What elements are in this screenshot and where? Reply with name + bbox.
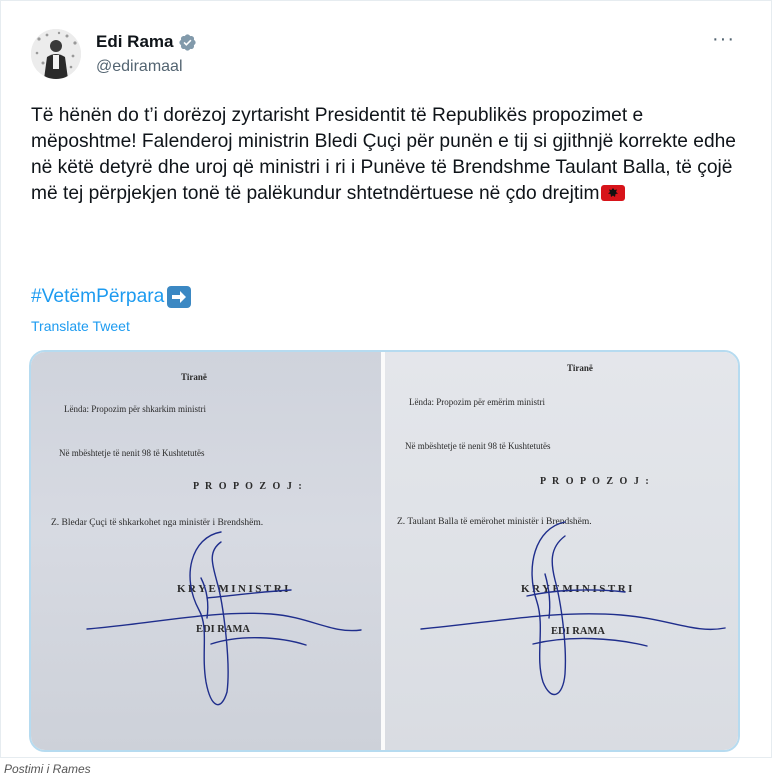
document-right[interactable]: Tiranë Lënda: Propozim për emërim minist… bbox=[385, 352, 738, 750]
albania-flag-icon bbox=[600, 185, 625, 201]
tweet-body: Të hënën do t’i dorëzoj zyrtarisht Presi… bbox=[31, 105, 736, 204]
signature-left-icon bbox=[86, 531, 362, 706]
translate-tweet-link[interactable]: Translate Tweet bbox=[31, 318, 130, 334]
author-avatar[interactable] bbox=[31, 29, 81, 79]
avatar-photo bbox=[31, 29, 81, 79]
verified-badge-icon bbox=[179, 33, 197, 51]
hashtag-row: #VetëmPërpara bbox=[31, 286, 192, 308]
more-options-icon[interactable]: ··· bbox=[712, 29, 735, 49]
tweet-card: Edi Rama @ediramaal ··· Të hënën do t’i … bbox=[0, 0, 772, 758]
author-name[interactable]: Edi Rama bbox=[96, 32, 173, 52]
document-left[interactable]: Tiranë Lënda: Propozim për shkarkim mini… bbox=[31, 352, 382, 750]
hashtag-link[interactable]: #VetëmPërpara bbox=[31, 286, 164, 308]
author-name-row[interactable]: Edi Rama bbox=[96, 31, 197, 53]
right-arrow-emoji-icon bbox=[167, 286, 192, 308]
image-caption: Postimi i Rames bbox=[4, 762, 91, 776]
signature-right-icon bbox=[420, 521, 726, 696]
tweet-text: Të hënën do t’i dorëzoj zyrtarisht Presi… bbox=[31, 103, 746, 207]
author-handle[interactable]: @ediramaal bbox=[96, 58, 183, 76]
tweet-media[interactable]: Tiranë Lënda: Propozim për shkarkim mini… bbox=[29, 350, 740, 752]
